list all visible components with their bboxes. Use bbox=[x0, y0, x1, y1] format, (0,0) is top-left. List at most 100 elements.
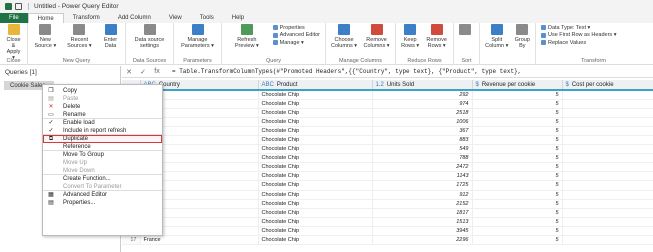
cell-revenue[interactable]: 5 bbox=[472, 90, 563, 100]
menu-item-paste[interactable]: ▤ Paste bbox=[43, 95, 162, 103]
cell-product[interactable]: Chocolate Chip bbox=[258, 126, 373, 136]
cell-product[interactable]: Chocolate Chip bbox=[258, 226, 373, 237]
use-first-row-headers-button[interactable]: Use First Row as Headers ▾ bbox=[541, 32, 616, 40]
cell-product[interactable]: Chocolate Chip bbox=[258, 235, 373, 246]
cell-cost[interactable] bbox=[562, 99, 653, 109]
cell-cost[interactable] bbox=[562, 144, 653, 155]
cell-product[interactable]: Chocolate Chip bbox=[258, 208, 373, 218]
cell-revenue[interactable]: 5 bbox=[472, 199, 563, 209]
tab-help[interactable]: Help bbox=[223, 13, 253, 23]
menu-item-rename[interactable]: ▭ Rename bbox=[43, 111, 162, 119]
cell-cost[interactable] bbox=[562, 208, 653, 218]
formula-text[interactable]: = Table.TransformColumnTypes(#"Promoted … bbox=[172, 68, 521, 75]
split-column-button[interactable]: Split Column ▾ bbox=[482, 23, 512, 65]
menu-item-move-to-group[interactable]: Move To Group bbox=[43, 151, 162, 159]
advanced-editor-button[interactable]: Advanced Editor bbox=[272, 32, 320, 40]
cell-revenue[interactable]: 5 bbox=[472, 126, 563, 136]
properties-button[interactable]: Properties bbox=[272, 24, 320, 32]
cell-revenue[interactable]: 5 bbox=[472, 144, 563, 155]
cell-units-sold[interactable]: 1006 bbox=[372, 117, 473, 127]
cell-revenue[interactable]: 5 bbox=[472, 99, 563, 109]
cell-country[interactable]: France bbox=[140, 235, 259, 246]
cell-cost[interactable] bbox=[562, 226, 653, 237]
cell-units-sold[interactable]: 367 bbox=[372, 126, 473, 136]
cell-cost[interactable] bbox=[562, 90, 653, 100]
cell-units-sold[interactable]: 1143 bbox=[372, 171, 473, 182]
cancel-icon[interactable]: ✕ bbox=[122, 68, 136, 76]
column-type-icon[interactable]: 1.2 bbox=[376, 82, 384, 88]
cell-cost[interactable] bbox=[562, 135, 653, 146]
menu-item-advanced-editor[interactable]: ▦ Advanced Editor bbox=[43, 191, 162, 199]
cell-revenue[interactable]: 5 bbox=[472, 162, 563, 173]
data-type-dropdown[interactable]: Data Type: Text ▾ bbox=[541, 24, 616, 32]
cell-units-sold[interactable]: 2296 bbox=[372, 235, 473, 246]
cell-product[interactable]: Chocolate Chip bbox=[258, 190, 373, 200]
menu-item-delete[interactable]: ✕ Delete bbox=[43, 103, 162, 111]
tab-tools[interactable]: Tools bbox=[191, 13, 223, 23]
column-header-cost-per-cookie[interactable]: $ Cost per cookie bbox=[562, 80, 653, 91]
cell-revenue[interactable]: 5 bbox=[472, 217, 563, 227]
menu-item-reference[interactable]: Reference bbox=[43, 143, 162, 151]
menu-item-include-refresh[interactable]: ✓ Include in report refresh bbox=[43, 127, 162, 135]
cell-product[interactable]: Chocolate Chip bbox=[258, 199, 373, 209]
cell-product[interactable]: Chocolate Chip bbox=[258, 180, 373, 191]
cell-cost[interactable] bbox=[562, 180, 653, 191]
cell-revenue[interactable]: 5 bbox=[472, 208, 563, 218]
cell-units-sold[interactable]: 3945 bbox=[372, 226, 473, 237]
column-type-icon[interactable]: $ bbox=[476, 82, 479, 88]
cell-units-sold[interactable]: 1817 bbox=[372, 208, 473, 218]
cell-cost[interactable] bbox=[562, 217, 653, 227]
cell-product[interactable]: Chocolate Chip bbox=[258, 153, 373, 164]
cell-product[interactable]: Chocolate Chip bbox=[258, 217, 373, 227]
cell-cost[interactable] bbox=[562, 153, 653, 164]
menu-item-properties[interactable]: ▤ Properties... bbox=[43, 199, 162, 207]
cell-cost[interactable] bbox=[562, 126, 653, 136]
cell-product[interactable]: Chocolate Chip bbox=[258, 117, 373, 127]
cell-cost[interactable] bbox=[562, 235, 653, 246]
cell-units-sold[interactable]: 883 bbox=[372, 135, 473, 146]
cell-units-sold[interactable]: 2152 bbox=[372, 199, 473, 209]
cell-revenue[interactable]: 5 bbox=[472, 153, 563, 164]
cell-units-sold[interactable]: 549 bbox=[372, 144, 473, 155]
menu-item-duplicate[interactable]: ⧉ Duplicate bbox=[43, 135, 162, 143]
cell-revenue[interactable]: 5 bbox=[472, 190, 563, 200]
cell-revenue[interactable]: 5 bbox=[472, 135, 563, 146]
tab-home[interactable]: Home bbox=[27, 13, 64, 23]
save-icon[interactable] bbox=[15, 3, 22, 10]
cell-units-sold[interactable]: 292 bbox=[372, 90, 473, 100]
cell-product[interactable]: Chocolate Chip bbox=[258, 171, 373, 182]
cell-units-sold[interactable]: 2472 bbox=[372, 162, 473, 173]
cell-product[interactable]: Chocolate Chip bbox=[258, 108, 373, 118]
column-header-units-sold[interactable]: 1.2 Units Sold bbox=[372, 80, 473, 91]
cell-units-sold[interactable]: 1513 bbox=[372, 217, 473, 227]
group-by-button[interactable]: Group By bbox=[512, 23, 533, 65]
cell-revenue[interactable]: 5 bbox=[472, 180, 563, 191]
formula-bar[interactable]: ✕ ✓ fx = Table.TransformColumnTypes(#"Pr… bbox=[122, 66, 653, 78]
menu-item-convert-to-parameter[interactable]: Convert To Parameter bbox=[43, 183, 162, 191]
cell-product[interactable]: Chocolate Chip bbox=[258, 90, 373, 100]
cell-cost[interactable] bbox=[562, 162, 653, 173]
cell-cost[interactable] bbox=[562, 117, 653, 127]
column-type-icon[interactable]: $ bbox=[566, 82, 569, 88]
cell-revenue[interactable]: 5 bbox=[472, 226, 563, 237]
cell-revenue[interactable]: 5 bbox=[472, 108, 563, 118]
cell-cost[interactable] bbox=[562, 108, 653, 118]
tab-transform[interactable]: Transform bbox=[64, 13, 109, 23]
menu-item-enable-load[interactable]: ✓ Enable load bbox=[43, 119, 162, 127]
column-header-revenue-per-cookie[interactable]: $ Revenue per cookie bbox=[472, 80, 563, 91]
cell-cost[interactable] bbox=[562, 190, 653, 200]
cell-units-sold[interactable]: 974 bbox=[372, 99, 473, 109]
confirm-icon[interactable]: ✓ bbox=[136, 68, 150, 76]
menu-item-move-down[interactable]: Move Down bbox=[43, 167, 162, 175]
cell-revenue[interactable]: 5 bbox=[472, 171, 563, 182]
manage-button[interactable]: Manage ▾ bbox=[272, 39, 320, 47]
cell-revenue[interactable]: 5 bbox=[472, 117, 563, 127]
cell-product[interactable]: Chocolate Chip bbox=[258, 162, 373, 173]
menu-item-create-function[interactable]: Create Function... bbox=[43, 175, 162, 183]
tab-add-column[interactable]: Add Column bbox=[109, 13, 160, 23]
menu-item-move-up[interactable]: Move Up bbox=[43, 159, 162, 167]
cell-cost[interactable] bbox=[562, 171, 653, 182]
column-type-icon[interactable]: ABC bbox=[262, 82, 274, 88]
row-number[interactable]: 17 bbox=[122, 235, 141, 246]
cell-revenue[interactable]: 5 bbox=[472, 235, 563, 246]
